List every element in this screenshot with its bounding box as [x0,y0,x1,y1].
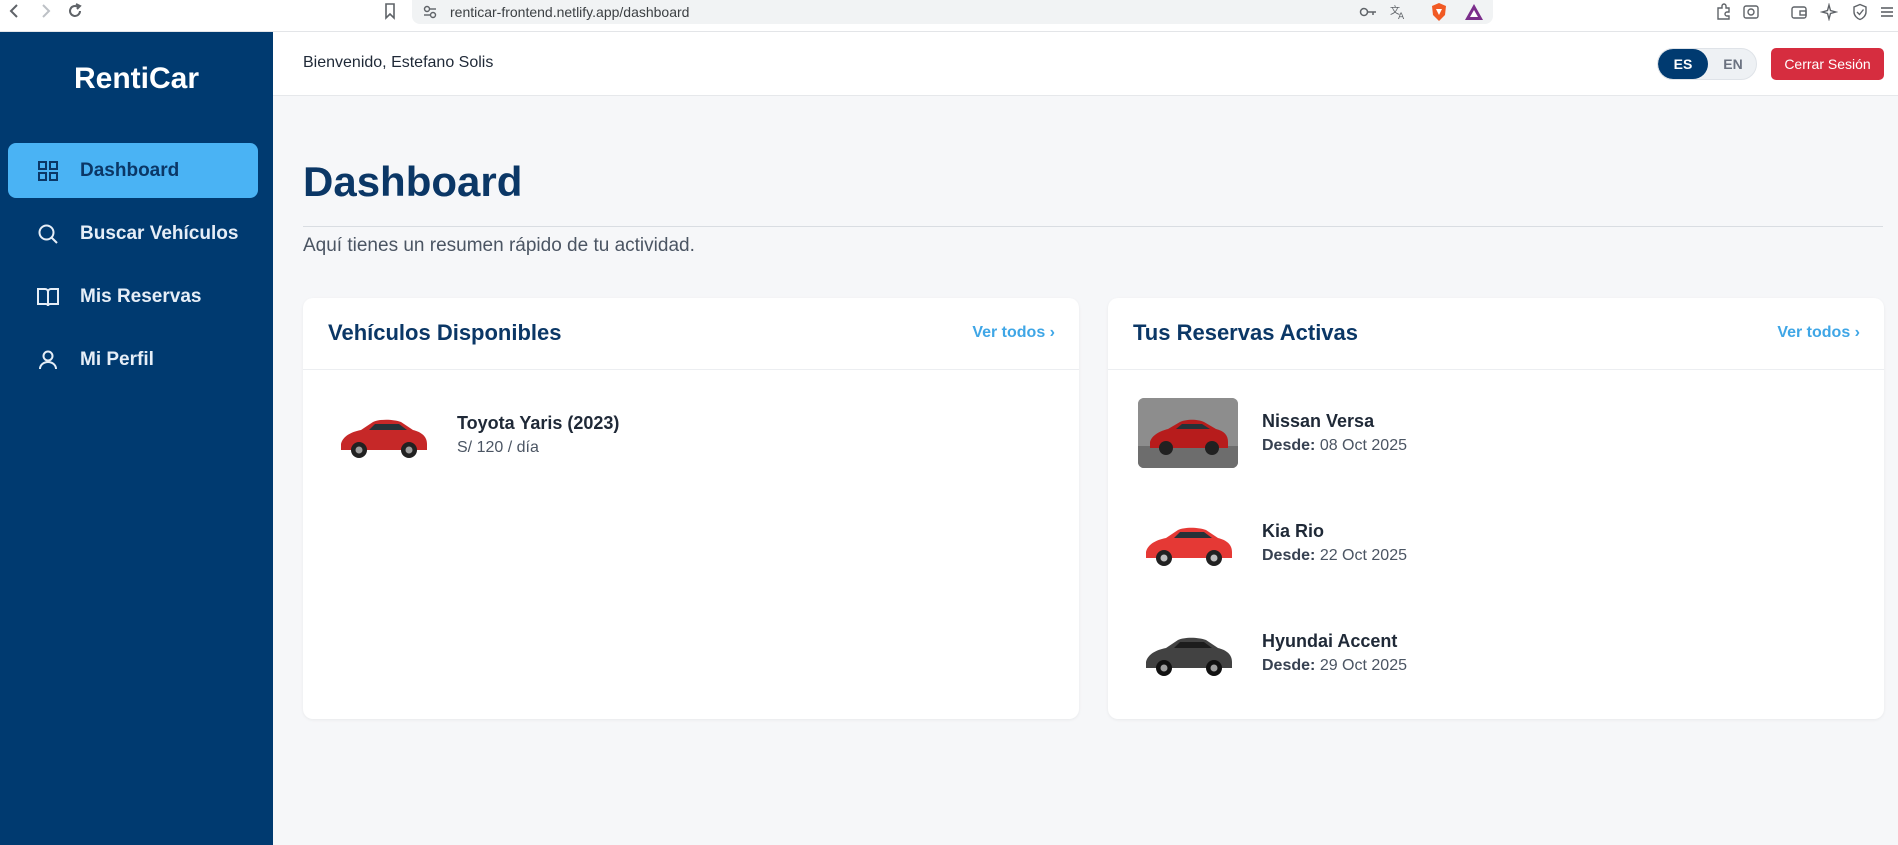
brand-logo[interactable]: RentiCar [0,62,273,96]
vehicle-item[interactable]: Toyota Yaris (2023) S/ 120 / día [333,400,1033,472]
browser-toolbar: renticar-frontend.netlify.app/dashboard … [0,0,1898,32]
forward-icon[interactable] [36,2,54,20]
url-text: renticar-frontend.netlify.app/dashboard [450,4,690,20]
view-all-vehicles-link[interactable]: Ver todos › [972,324,1055,342]
main-content: Dashboard Aquí tienes un resumen rápido … [273,96,1898,845]
page-title: Dashboard [303,158,523,205]
logout-button[interactable]: Cerrar Sesión [1771,48,1884,80]
sidebar-item-label: Mis Reservas [80,286,202,307]
vpn-shield-icon[interactable] [1851,3,1869,21]
reservation-item[interactable]: Kia Rio Desde: 22 Oct 2025 [1138,508,1838,580]
user-icon [39,350,57,370]
card-header: Tus Reservas Activas Ver todos › [1108,298,1884,370]
leo-ai-icon[interactable] [1820,3,1838,21]
top-header: Bienvenido, Estefano Solis ES EN Cerrar … [273,32,1898,96]
extensions-icon[interactable] [1714,3,1732,21]
key-icon[interactable] [1359,4,1377,20]
sidebar-item-mi-perfil[interactable]: Mi Perfil [8,332,258,387]
reservation-date-value: 22 Oct 2025 [1319,547,1407,564]
reservation-date: Desde: 08 Oct 2025 [1262,437,1407,455]
sidebar-item-label: Dashboard [80,160,180,181]
reservation-date: Desde: 22 Oct 2025 [1262,547,1407,565]
back-icon[interactable] [6,2,24,20]
car-image [1138,618,1238,688]
reservation-date-value: 29 Oct 2025 [1319,657,1407,674]
card-title: Tus Reservas Activas [1133,320,1359,345]
since-label: Desde: [1262,547,1316,564]
card-title: Vehículos Disponibles [328,320,562,345]
address-bar[interactable]: renticar-frontend.netlify.app/dashboard … [412,0,1493,24]
bookmark-icon[interactable] [381,2,399,20]
reservation-vehicle-name: Hyundai Accent [1262,631,1398,651]
title-divider [303,226,1883,227]
sidebar-item-label: Buscar Vehículos [80,223,239,244]
rewards-triangle-icon[interactable] [1464,3,1484,21]
svg-text:A: A [1398,12,1405,21]
grid-icon [38,161,58,181]
page-subtitle: Aquí tienes un resumen rápido de tu acti… [303,235,695,256]
reservation-vehicle-name: Kia Rio [1262,521,1325,541]
welcome-text: Bienvenido, Estefano Solis [303,54,494,71]
view-all-reservations-link[interactable]: Ver todos › [1777,324,1860,342]
car-image [1138,398,1238,468]
sidebar-item-dashboard[interactable]: Dashboard [8,143,258,198]
brave-shield-icon[interactable] [1430,2,1448,22]
reload-icon[interactable] [66,2,84,20]
available-vehicles-card: Vehículos Disponibles Ver todos › Toyota… [303,298,1079,719]
reservation-item[interactable]: Nissan Versa Desde: 08 Oct 2025 [1138,398,1838,470]
car-image [1138,508,1238,578]
reservation-date: Desde: 29 Oct 2025 [1262,657,1407,675]
translate-icon[interactable]: 文A [1389,3,1407,21]
car-image [333,400,433,470]
since-label: Desde: [1262,437,1316,454]
book-icon [37,288,59,307]
sidebar-item-buscar-vehiculos[interactable]: Buscar Vehículos [8,206,258,261]
card-header: Vehículos Disponibles Ver todos › [303,298,1079,370]
sidebar-item-label: Mi Perfil [80,349,154,370]
screenshot-icon[interactable] [1742,3,1760,21]
reservation-item[interactable]: Hyundai Accent Desde: 29 Oct 2025 [1138,618,1838,690]
reservation-vehicle-name: Nissan Versa [1262,411,1375,431]
lang-en-button[interactable]: EN [1708,49,1756,79]
lang-es-button[interactable]: ES [1658,49,1708,79]
reservation-date-value: 08 Oct 2025 [1319,437,1407,454]
sidebar: RentiCar Dashboard Buscar Vehículos Mis … [0,32,273,845]
vehicle-name: Toyota Yaris (2023) [457,413,620,433]
wallet-icon[interactable] [1790,3,1808,21]
since-label: Desde: [1262,657,1316,674]
search-icon [38,224,58,244]
language-toggle: ES EN [1657,48,1757,80]
sidebar-item-mis-reservas[interactable]: Mis Reservas [8,269,258,324]
site-settings-icon[interactable] [422,4,438,20]
active-reservations-card: Tus Reservas Activas Ver todos › Nissan … [1108,298,1884,719]
menu-icon[interactable] [1878,3,1896,21]
vehicle-price: S/ 120 / día [457,439,539,456]
